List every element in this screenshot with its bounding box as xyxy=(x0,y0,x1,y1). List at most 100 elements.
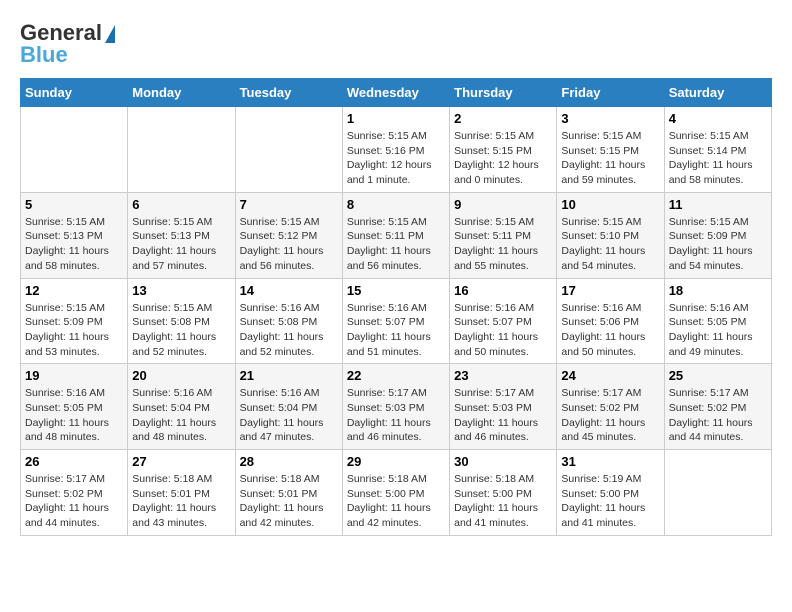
day-info: Sunrise: 5:19 AMSunset: 5:00 PMDaylight:… xyxy=(561,472,659,531)
calendar-cell: 29 Sunrise: 5:18 AMSunset: 5:00 PMDayligh… xyxy=(342,450,449,536)
calendar-cell: 31 Sunrise: 5:19 AMSunset: 5:00 PMDayligh… xyxy=(557,450,664,536)
day-info: Sunrise: 5:16 AMSunset: 5:05 PMDaylight:… xyxy=(669,301,767,360)
day-number: 8 xyxy=(347,197,445,212)
day-info: Sunrise: 5:15 AMSunset: 5:16 PMDaylight:… xyxy=(347,129,445,188)
calendar-cell: 23Sunrise: 5:17 AMSunset: 5:03 PMDayligh… xyxy=(450,364,557,450)
day-number: 6 xyxy=(132,197,230,212)
calendar-cell: 11Sunrise: 5:15 AMSunset: 5:09 PMDayligh… xyxy=(664,192,771,278)
day-number: 22 xyxy=(347,368,445,383)
logo-blue: Blue xyxy=(20,42,68,68)
calendar-cell: 17 Sunrise: 5:16 AMSunset: 5:06 PMDayligh… xyxy=(557,278,664,364)
day-number: 5 xyxy=(25,197,123,212)
calendar-cell: 7 Sunrise: 5:15 AMSunset: 5:12 PMDaylight… xyxy=(235,192,342,278)
calendar-header-thursday: Thursday xyxy=(450,79,557,107)
calendar-cell: 22 Sunrise: 5:17 AMSunset: 5:03 PMDayligh… xyxy=(342,364,449,450)
day-number: 24 xyxy=(561,368,659,383)
calendar-header-tuesday: Tuesday xyxy=(235,79,342,107)
calendar-cell xyxy=(21,107,128,193)
calendar-week-3: 19Sunrise: 5:16 AMSunset: 5:05 PMDayligh… xyxy=(21,364,772,450)
calendar-cell: 5 Sunrise: 5:15 AMSunset: 5:13 PMDaylight… xyxy=(21,192,128,278)
calendar-cell xyxy=(128,107,235,193)
calendar-header-row: SundayMondayTuesdayWednesdayThursdayFrid… xyxy=(21,79,772,107)
calendar-cell: 13 Sunrise: 5:15 AMSunset: 5:08 PMDayligh… xyxy=(128,278,235,364)
calendar-table: SundayMondayTuesdayWednesdayThursdayFrid… xyxy=(20,78,772,536)
calendar-cell: 1 Sunrise: 5:15 AMSunset: 5:16 PMDaylight… xyxy=(342,107,449,193)
day-number: 31 xyxy=(561,454,659,469)
day-number: 30 xyxy=(454,454,552,469)
calendar-header-sunday: Sunday xyxy=(21,79,128,107)
day-info: Sunrise: 5:18 AMSunset: 5:01 PMDaylight:… xyxy=(240,472,338,531)
calendar-cell: 14Sunrise: 5:16 AMSunset: 5:08 PMDayligh… xyxy=(235,278,342,364)
day-info: Sunrise: 5:16 AMSunset: 5:07 PMDaylight:… xyxy=(454,301,552,360)
day-number: 12 xyxy=(25,283,123,298)
day-number: 17 xyxy=(561,283,659,298)
calendar-cell: 27 Sunrise: 5:18 AMSunset: 5:01 PMDayligh… xyxy=(128,450,235,536)
calendar-cell: 19Sunrise: 5:16 AMSunset: 5:05 PMDayligh… xyxy=(21,364,128,450)
day-number: 13 xyxy=(132,283,230,298)
logo: General Blue xyxy=(20,20,115,68)
day-number: 26 xyxy=(25,454,123,469)
calendar-cell: 18 Sunrise: 5:16 AMSunset: 5:05 PMDayligh… xyxy=(664,278,771,364)
day-number: 29 xyxy=(347,454,445,469)
day-number: 7 xyxy=(240,197,338,212)
calendar-cell: 25 Sunrise: 5:17 AMSunset: 5:02 PMDayligh… xyxy=(664,364,771,450)
day-info: Sunrise: 5:16 AMSunset: 5:07 PMDaylight:… xyxy=(347,301,445,360)
calendar-header-friday: Friday xyxy=(557,79,664,107)
day-info: Sunrise: 5:17 AMSunset: 5:02 PMDaylight:… xyxy=(669,386,767,445)
day-info: Sunrise: 5:16 AMSunset: 5:04 PMDaylight:… xyxy=(240,386,338,445)
calendar-header-wednesday: Wednesday xyxy=(342,79,449,107)
logo-triangle-icon xyxy=(105,25,115,43)
day-number: 4 xyxy=(669,111,767,126)
day-number: 27 xyxy=(132,454,230,469)
day-info: Sunrise: 5:18 AMSunset: 5:01 PMDaylight:… xyxy=(132,472,230,531)
day-info: Sunrise: 5:15 AMSunset: 5:15 PMDaylight:… xyxy=(561,129,659,188)
day-info: Sunrise: 5:15 AMSunset: 5:15 PMDaylight:… xyxy=(454,129,552,188)
day-number: 9 xyxy=(454,197,552,212)
day-number: 25 xyxy=(669,368,767,383)
day-info: Sunrise: 5:15 AMSunset: 5:13 PMDaylight:… xyxy=(25,215,123,274)
day-number: 11 xyxy=(669,197,767,212)
day-info: Sunrise: 5:17 AMSunset: 5:02 PMDaylight:… xyxy=(561,386,659,445)
calendar-week-2: 12 Sunrise: 5:15 AMSunset: 5:09 PMDayligh… xyxy=(21,278,772,364)
day-info: Sunrise: 5:16 AMSunset: 5:06 PMDaylight:… xyxy=(561,301,659,360)
calendar-header-monday: Monday xyxy=(128,79,235,107)
day-info: Sunrise: 5:18 AMSunset: 5:00 PMDaylight:… xyxy=(347,472,445,531)
calendar-cell: 30Sunrise: 5:18 AMSunset: 5:00 PMDayligh… xyxy=(450,450,557,536)
calendar-cell: 8 Sunrise: 5:15 AMSunset: 5:11 PMDaylight… xyxy=(342,192,449,278)
day-info: Sunrise: 5:15 AMSunset: 5:13 PMDaylight:… xyxy=(132,215,230,274)
day-number: 1 xyxy=(347,111,445,126)
day-number: 3 xyxy=(561,111,659,126)
calendar-cell: 15 Sunrise: 5:16 AMSunset: 5:07 PMDayligh… xyxy=(342,278,449,364)
day-number: 16 xyxy=(454,283,552,298)
calendar-cell: 21Sunrise: 5:16 AMSunset: 5:04 PMDayligh… xyxy=(235,364,342,450)
day-info: Sunrise: 5:15 AMSunset: 5:12 PMDaylight:… xyxy=(240,215,338,274)
calendar-cell xyxy=(235,107,342,193)
calendar-cell: 24 Sunrise: 5:17 AMSunset: 5:02 PMDayligh… xyxy=(557,364,664,450)
day-info: Sunrise: 5:15 AMSunset: 5:11 PMDaylight:… xyxy=(347,215,445,274)
calendar-cell: 6 Sunrise: 5:15 AMSunset: 5:13 PMDaylight… xyxy=(128,192,235,278)
day-info: Sunrise: 5:16 AMSunset: 5:04 PMDaylight:… xyxy=(132,386,230,445)
day-info: Sunrise: 5:15 AMSunset: 5:09 PMDaylight:… xyxy=(25,301,123,360)
day-number: 15 xyxy=(347,283,445,298)
day-info: Sunrise: 5:15 AMSunset: 5:14 PMDaylight:… xyxy=(669,129,767,188)
calendar-cell: 20 Sunrise: 5:16 AMSunset: 5:04 PMDayligh… xyxy=(128,364,235,450)
day-info: Sunrise: 5:17 AMSunset: 5:02 PMDaylight:… xyxy=(25,472,123,531)
calendar-cell: 3 Sunrise: 5:15 AMSunset: 5:15 PMDaylight… xyxy=(557,107,664,193)
day-info: Sunrise: 5:15 AMSunset: 5:11 PMDaylight:… xyxy=(454,215,552,274)
day-number: 28 xyxy=(240,454,338,469)
calendar-week-4: 26 Sunrise: 5:17 AMSunset: 5:02 PMDayligh… xyxy=(21,450,772,536)
day-number: 23 xyxy=(454,368,552,383)
day-number: 18 xyxy=(669,283,767,298)
calendar-cell: 9 Sunrise: 5:15 AMSunset: 5:11 PMDaylight… xyxy=(450,192,557,278)
day-info: Sunrise: 5:15 AMSunset: 5:08 PMDaylight:… xyxy=(132,301,230,360)
calendar-cell: 2Sunrise: 5:15 AMSunset: 5:15 PMDaylight… xyxy=(450,107,557,193)
calendar-week-1: 5 Sunrise: 5:15 AMSunset: 5:13 PMDaylight… xyxy=(21,192,772,278)
day-info: Sunrise: 5:16 AMSunset: 5:08 PMDaylight:… xyxy=(240,301,338,360)
page-header: General Blue xyxy=(20,20,772,68)
day-info: Sunrise: 5:17 AMSunset: 5:03 PMDaylight:… xyxy=(347,386,445,445)
calendar-cell: 10Sunrise: 5:15 AMSunset: 5:10 PMDayligh… xyxy=(557,192,664,278)
calendar-cell: 26 Sunrise: 5:17 AMSunset: 5:02 PMDayligh… xyxy=(21,450,128,536)
day-number: 10 xyxy=(561,197,659,212)
calendar-cell: 16 Sunrise: 5:16 AMSunset: 5:07 PMDayligh… xyxy=(450,278,557,364)
day-number: 20 xyxy=(132,368,230,383)
